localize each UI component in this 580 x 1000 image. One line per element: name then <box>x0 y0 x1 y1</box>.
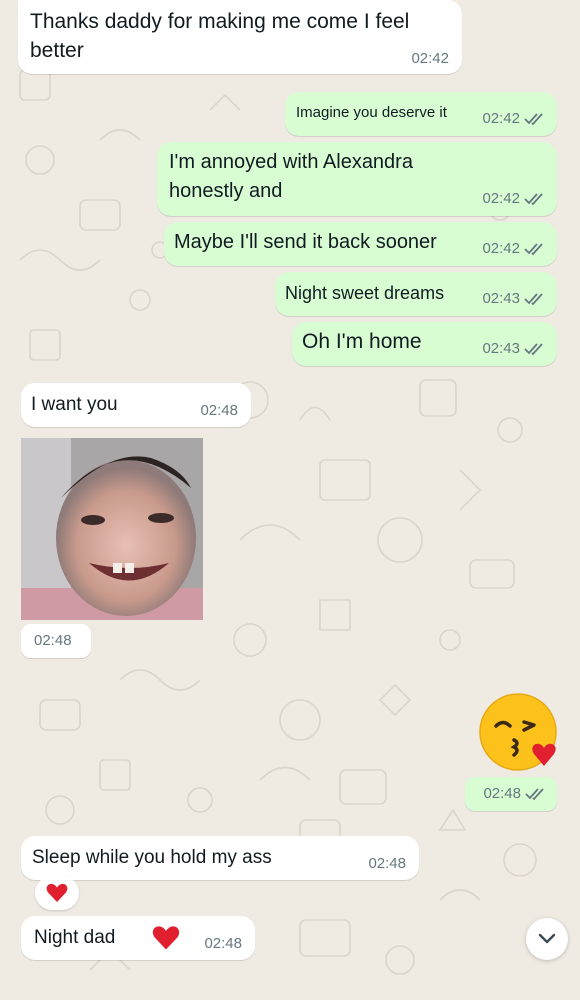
face-blowing-kiss-icon <box>479 693 557 771</box>
message-text: Night sweet dreams <box>285 283 445 303</box>
message-time: 02:42 <box>411 50 449 67</box>
message-time: 02:43 <box>482 340 546 357</box>
chevron-down-icon <box>538 933 556 944</box>
emoji-time-badge: 02:48 <box>465 777 557 811</box>
time-label: 02:42 <box>482 240 520 257</box>
message-time: 02:48 <box>34 632 72 649</box>
double-check-icon <box>524 242 543 255</box>
outgoing-message[interactable]: Maybe I'll send it back sooner 02:42 <box>164 222 557 266</box>
message-time: 02:48 <box>204 935 242 952</box>
message-text: Thanks daddy for making me come I feel b… <box>30 7 450 65</box>
photo-image <box>21 438 203 620</box>
outgoing-message[interactable]: Imagine you deserve it 02:42 <box>285 92 557 136</box>
message-text: Imagine you deserve it <box>296 104 447 121</box>
double-check-icon <box>524 292 543 305</box>
photo-message[interactable] <box>21 438 203 620</box>
double-check-icon <box>524 112 543 125</box>
red-heart-icon <box>152 926 180 950</box>
message-text: Maybe I'll send it back sooner <box>174 231 437 253</box>
red-heart-icon <box>46 883 68 902</box>
message-time: 02:42 <box>482 190 546 207</box>
message-line: I'm annoyed with Alexandra <box>169 151 413 173</box>
message-time: 02:43 <box>482 290 546 307</box>
outgoing-message[interactable]: Oh I'm home 02:43 <box>292 322 557 366</box>
message-text: Sleep while you hold my ass <box>32 847 272 868</box>
message-reaction[interactable] <box>35 876 79 910</box>
message-text: Oh I'm home <box>302 330 422 353</box>
message-text: I want you <box>31 394 118 415</box>
message-time: 02:42 <box>482 110 546 127</box>
message-time: 02:48 <box>200 402 238 419</box>
double-check-icon <box>525 787 544 800</box>
message-line: Thanks daddy for making me come I feel <box>30 10 410 33</box>
message-time: 02:48 <box>368 855 406 872</box>
message-time: 02:48 <box>483 785 547 802</box>
scroll-to-bottom-button[interactable] <box>526 918 568 960</box>
incoming-message[interactable]: I want you 02:48 <box>21 383 251 427</box>
time-label: 02:48 <box>483 785 521 802</box>
message-time: 02:42 <box>482 240 546 257</box>
outgoing-message[interactable]: Night sweet dreams 02:43 <box>275 272 557 316</box>
double-check-icon <box>524 192 543 205</box>
incoming-message[interactable]: Night dad 02:48 <box>21 916 255 960</box>
time-label: 02:42 <box>482 190 520 207</box>
double-check-icon <box>524 342 543 355</box>
photo-time-badge: 02:48 <box>21 624 91 658</box>
time-label: 02:42 <box>482 110 520 127</box>
kiss-emoji-message[interactable] <box>478 690 562 774</box>
message-line: better <box>30 39 84 62</box>
message-line: honestly and <box>169 180 283 202</box>
message-text: Night dad <box>34 927 116 948</box>
outgoing-message[interactable]: I'm annoyed with Alexandra honestly and … <box>157 142 557 216</box>
time-label: 02:43 <box>482 340 520 357</box>
incoming-message[interactable]: Sleep while you hold my ass 02:48 <box>21 836 419 880</box>
incoming-message[interactable]: Thanks daddy for making me come I feel b… <box>18 0 462 74</box>
time-label: 02:43 <box>482 290 520 307</box>
message-text: I'm annoyed with Alexandra honestly and <box>169 148 413 206</box>
